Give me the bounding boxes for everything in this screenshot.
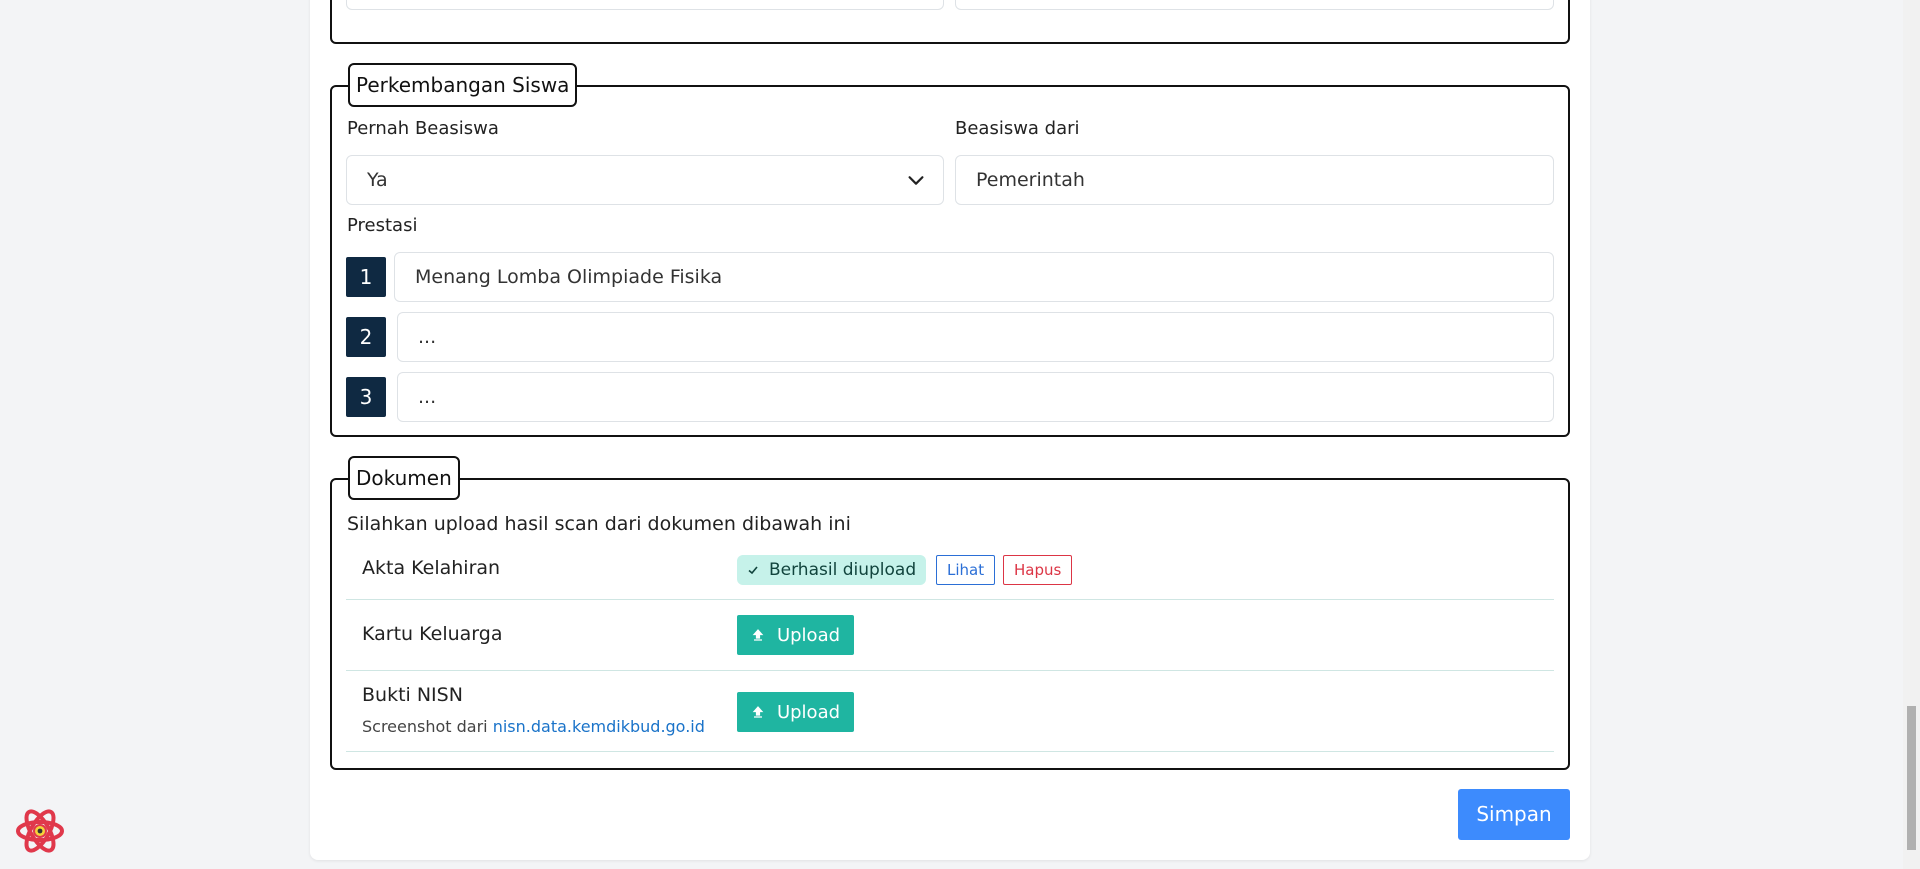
chevron-down-icon [908, 176, 924, 185]
prestasi-input-2[interactable]: ... [397, 312, 1554, 362]
prestasi-input-3[interactable]: ... [397, 372, 1554, 422]
previous-fieldset [330, 0, 1570, 44]
prestasi-input-1[interactable]: Menang Lomba Olimpiade Fisika [394, 252, 1554, 302]
prestasi-number-2: 2 [346, 317, 386, 357]
perkembangan-siswa-fieldset: Perkembangan Siswa Pernah Beasiswa Ya Be… [330, 63, 1570, 437]
simpan-button[interactable]: Simpan [1458, 789, 1570, 840]
page-scrollbar[interactable] [1903, 0, 1920, 869]
pernah-beasiswa-label: Pernah Beasiswa [347, 118, 499, 139]
bukti-nisn-label: Bukti NISN [362, 684, 463, 706]
prestasi-number-1: 1 [346, 257, 386, 297]
beasiswa-dari-label: Beasiswa dari [955, 118, 1080, 139]
prestasi-number-3: 3 [346, 377, 386, 417]
nisn-link[interactable]: nisn.data.kemdikbud.go.id [493, 717, 705, 736]
pernah-beasiswa-select[interactable]: Ya [346, 155, 944, 205]
scrollbar-thumb[interactable] [1907, 706, 1916, 850]
perkembangan-legend: Perkembangan Siswa [348, 63, 578, 107]
row-divider [346, 751, 1554, 752]
upload-success-text: Berhasil diupload [769, 560, 917, 580]
upload-label: Upload [776, 624, 841, 646]
bukti-nisn-subtext: Screenshot dari nisn.data.kemdikbud.go.i… [362, 717, 705, 736]
upload-label: Upload [776, 701, 841, 723]
bukti-nisn-sub-prefix: Screenshot dari [362, 717, 488, 736]
row-divider [346, 599, 1554, 600]
upload-icon [752, 629, 764, 641]
kartu-keluarga-upload-button[interactable]: Upload [737, 615, 854, 655]
hapus-button[interactable]: Hapus [1003, 555, 1073, 585]
bukti-nisn-upload-button[interactable]: Upload [737, 692, 854, 732]
prestasi-label: Prestasi [347, 215, 418, 236]
check-icon [748, 566, 758, 575]
row-divider [346, 670, 1554, 671]
react-logo-icon[interactable] [14, 805, 66, 857]
upload-icon [752, 706, 764, 718]
kartu-keluarga-label: Kartu Keluarga [362, 623, 503, 645]
dokumen-legend: Dokumen [348, 456, 460, 500]
lihat-button[interactable]: Lihat [936, 555, 996, 585]
beasiswa-dari-input[interactable]: Pemerintah [955, 155, 1554, 205]
akta-kelahiran-label: Akta Kelahiran [362, 557, 501, 579]
previous-input-left[interactable] [346, 0, 944, 10]
pernah-beasiswa-value: Ya [367, 169, 388, 191]
upload-success-badge: Berhasil diupload [737, 555, 927, 585]
previous-input-right[interactable] [955, 0, 1554, 10]
dokumen-instruction: Silahkan upload hasil scan dari dokumen … [347, 513, 851, 535]
